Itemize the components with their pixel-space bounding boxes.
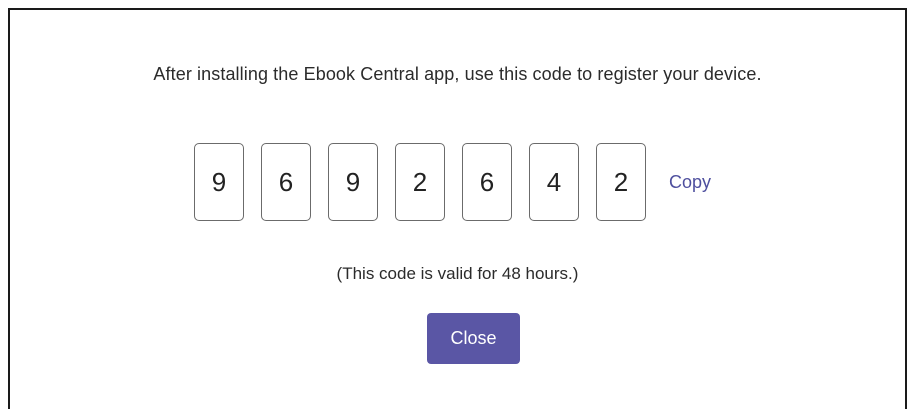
code-digit-1: 9: [194, 143, 244, 221]
code-digit-3: 9: [328, 143, 378, 221]
device-code: 9 6 9 2 6 4 2 Copy: [194, 142, 711, 222]
register-device-dialog: After installing the Ebook Central app, …: [8, 8, 907, 409]
copy-code-link[interactable]: Copy: [669, 172, 711, 193]
code-digit-2: 6: [261, 143, 311, 221]
close-button[interactable]: Close: [427, 313, 520, 364]
code-digit-7: 2: [596, 143, 646, 221]
instruction-text: After installing the Ebook Central app, …: [153, 64, 762, 84]
code-digit-4: 2: [395, 143, 445, 221]
validity-note: (This code is valid for 48 hours.): [336, 264, 579, 283]
code-digit-6: 4: [529, 143, 579, 221]
code-digit-5: 6: [462, 143, 512, 221]
